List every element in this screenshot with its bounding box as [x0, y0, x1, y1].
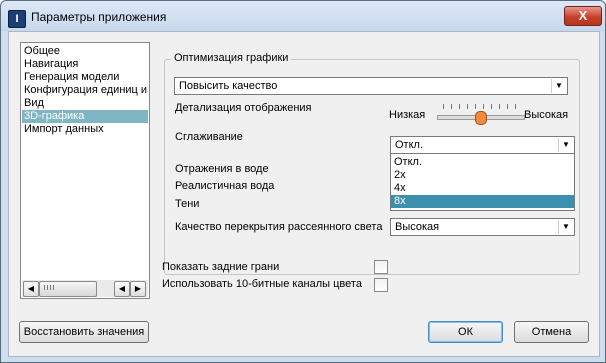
aa-option-8x[interactable]: 8x [391, 195, 574, 208]
back-faces-checkbox[interactable] [374, 260, 388, 274]
aa-option-off[interactable]: Откл. [391, 156, 574, 169]
detail-low-label: Низкая [389, 109, 426, 121]
optimization-select[interactable]: Повысить качество ▼ [174, 77, 568, 95]
ok-button[interactable]: ОК [428, 321, 503, 343]
category-list[interactable]: Общее Навигация Генерация модели Конфигу… [20, 42, 150, 299]
back-faces-label: Показать задние грани [162, 261, 280, 273]
aa-option-4x[interactable]: 4x [391, 182, 574, 195]
chevron-down-icon[interactable]: ▼ [558, 138, 573, 152]
tenbit-checkbox[interactable] [374, 278, 388, 292]
nav-item-general[interactable]: Общее [22, 45, 148, 58]
close-button[interactable]: X [564, 6, 602, 26]
antialiasing-label: Сглаживание [175, 131, 243, 143]
water-reflections-label: Отражения в воде [175, 163, 269, 175]
detail-slider-thumb[interactable] [475, 111, 487, 125]
nav-item-units-config[interactable]: Конфигурация единиц и [22, 84, 148, 97]
antialiasing-dropdown[interactable]: Откл. 2x 4x 8x [390, 153, 575, 211]
ambient-occlusion-select[interactable]: Высокая ▼ [390, 218, 575, 236]
optimization-value: Повысить качество [179, 80, 278, 92]
title-bar[interactable]: I Параметры приложения X [1, 1, 605, 31]
scroll-left-small-icon[interactable]: ◀ [114, 281, 130, 297]
shadows-label: Тени [175, 198, 200, 210]
antialiasing-select[interactable]: Откл. ▼ [390, 136, 575, 154]
slider-ticks [443, 104, 521, 109]
horizontal-scrollbar[interactable]: ◀ ◀ ▶ [22, 280, 148, 297]
chevron-down-icon[interactable]: ▼ [551, 79, 566, 93]
dialog-content: Общее Навигация Генерация модели Конфигу… [8, 31, 600, 357]
detail-high-label: Высокая [524, 109, 569, 121]
scroll-right-icon[interactable]: ▶ [130, 281, 146, 297]
window-title: Параметры приложения [31, 10, 167, 24]
ambient-occlusion-label: Качество перекрытия рассеянного света [175, 221, 383, 233]
nav-item-3d-graphics[interactable]: 3D-графика [22, 110, 148, 123]
nav-item-view[interactable]: Вид [22, 97, 148, 110]
dialog-window: I Параметры приложения X Общее Навигация… [0, 0, 606, 363]
antialiasing-value: Откл. [395, 139, 424, 151]
grip-icon [44, 285, 56, 290]
realistic-water-label: Реалистичная вода [175, 180, 275, 192]
nav-item-model-generation[interactable]: Генерация модели [22, 71, 148, 84]
chevron-down-icon[interactable]: ▼ [558, 220, 573, 234]
detail-label: Детализация отображения [175, 102, 312, 114]
cancel-button[interactable]: Отмена [514, 321, 589, 343]
scroll-left-icon[interactable]: ◀ [23, 281, 39, 297]
app-icon: I [8, 10, 26, 28]
restore-defaults-button[interactable]: Восстановить значения [19, 321, 149, 343]
nav-item-data-import[interactable]: Импорт данных [22, 123, 148, 136]
aa-option-2x[interactable]: 2x [391, 169, 574, 182]
graphics-group-legend: Оптимизация графики [171, 52, 292, 64]
nav-item-navigation[interactable]: Навигация [22, 58, 148, 71]
tenbit-label: Использовать 10-битные каналы цвета [162, 278, 362, 290]
ambient-occlusion-value: Высокая [395, 221, 440, 233]
